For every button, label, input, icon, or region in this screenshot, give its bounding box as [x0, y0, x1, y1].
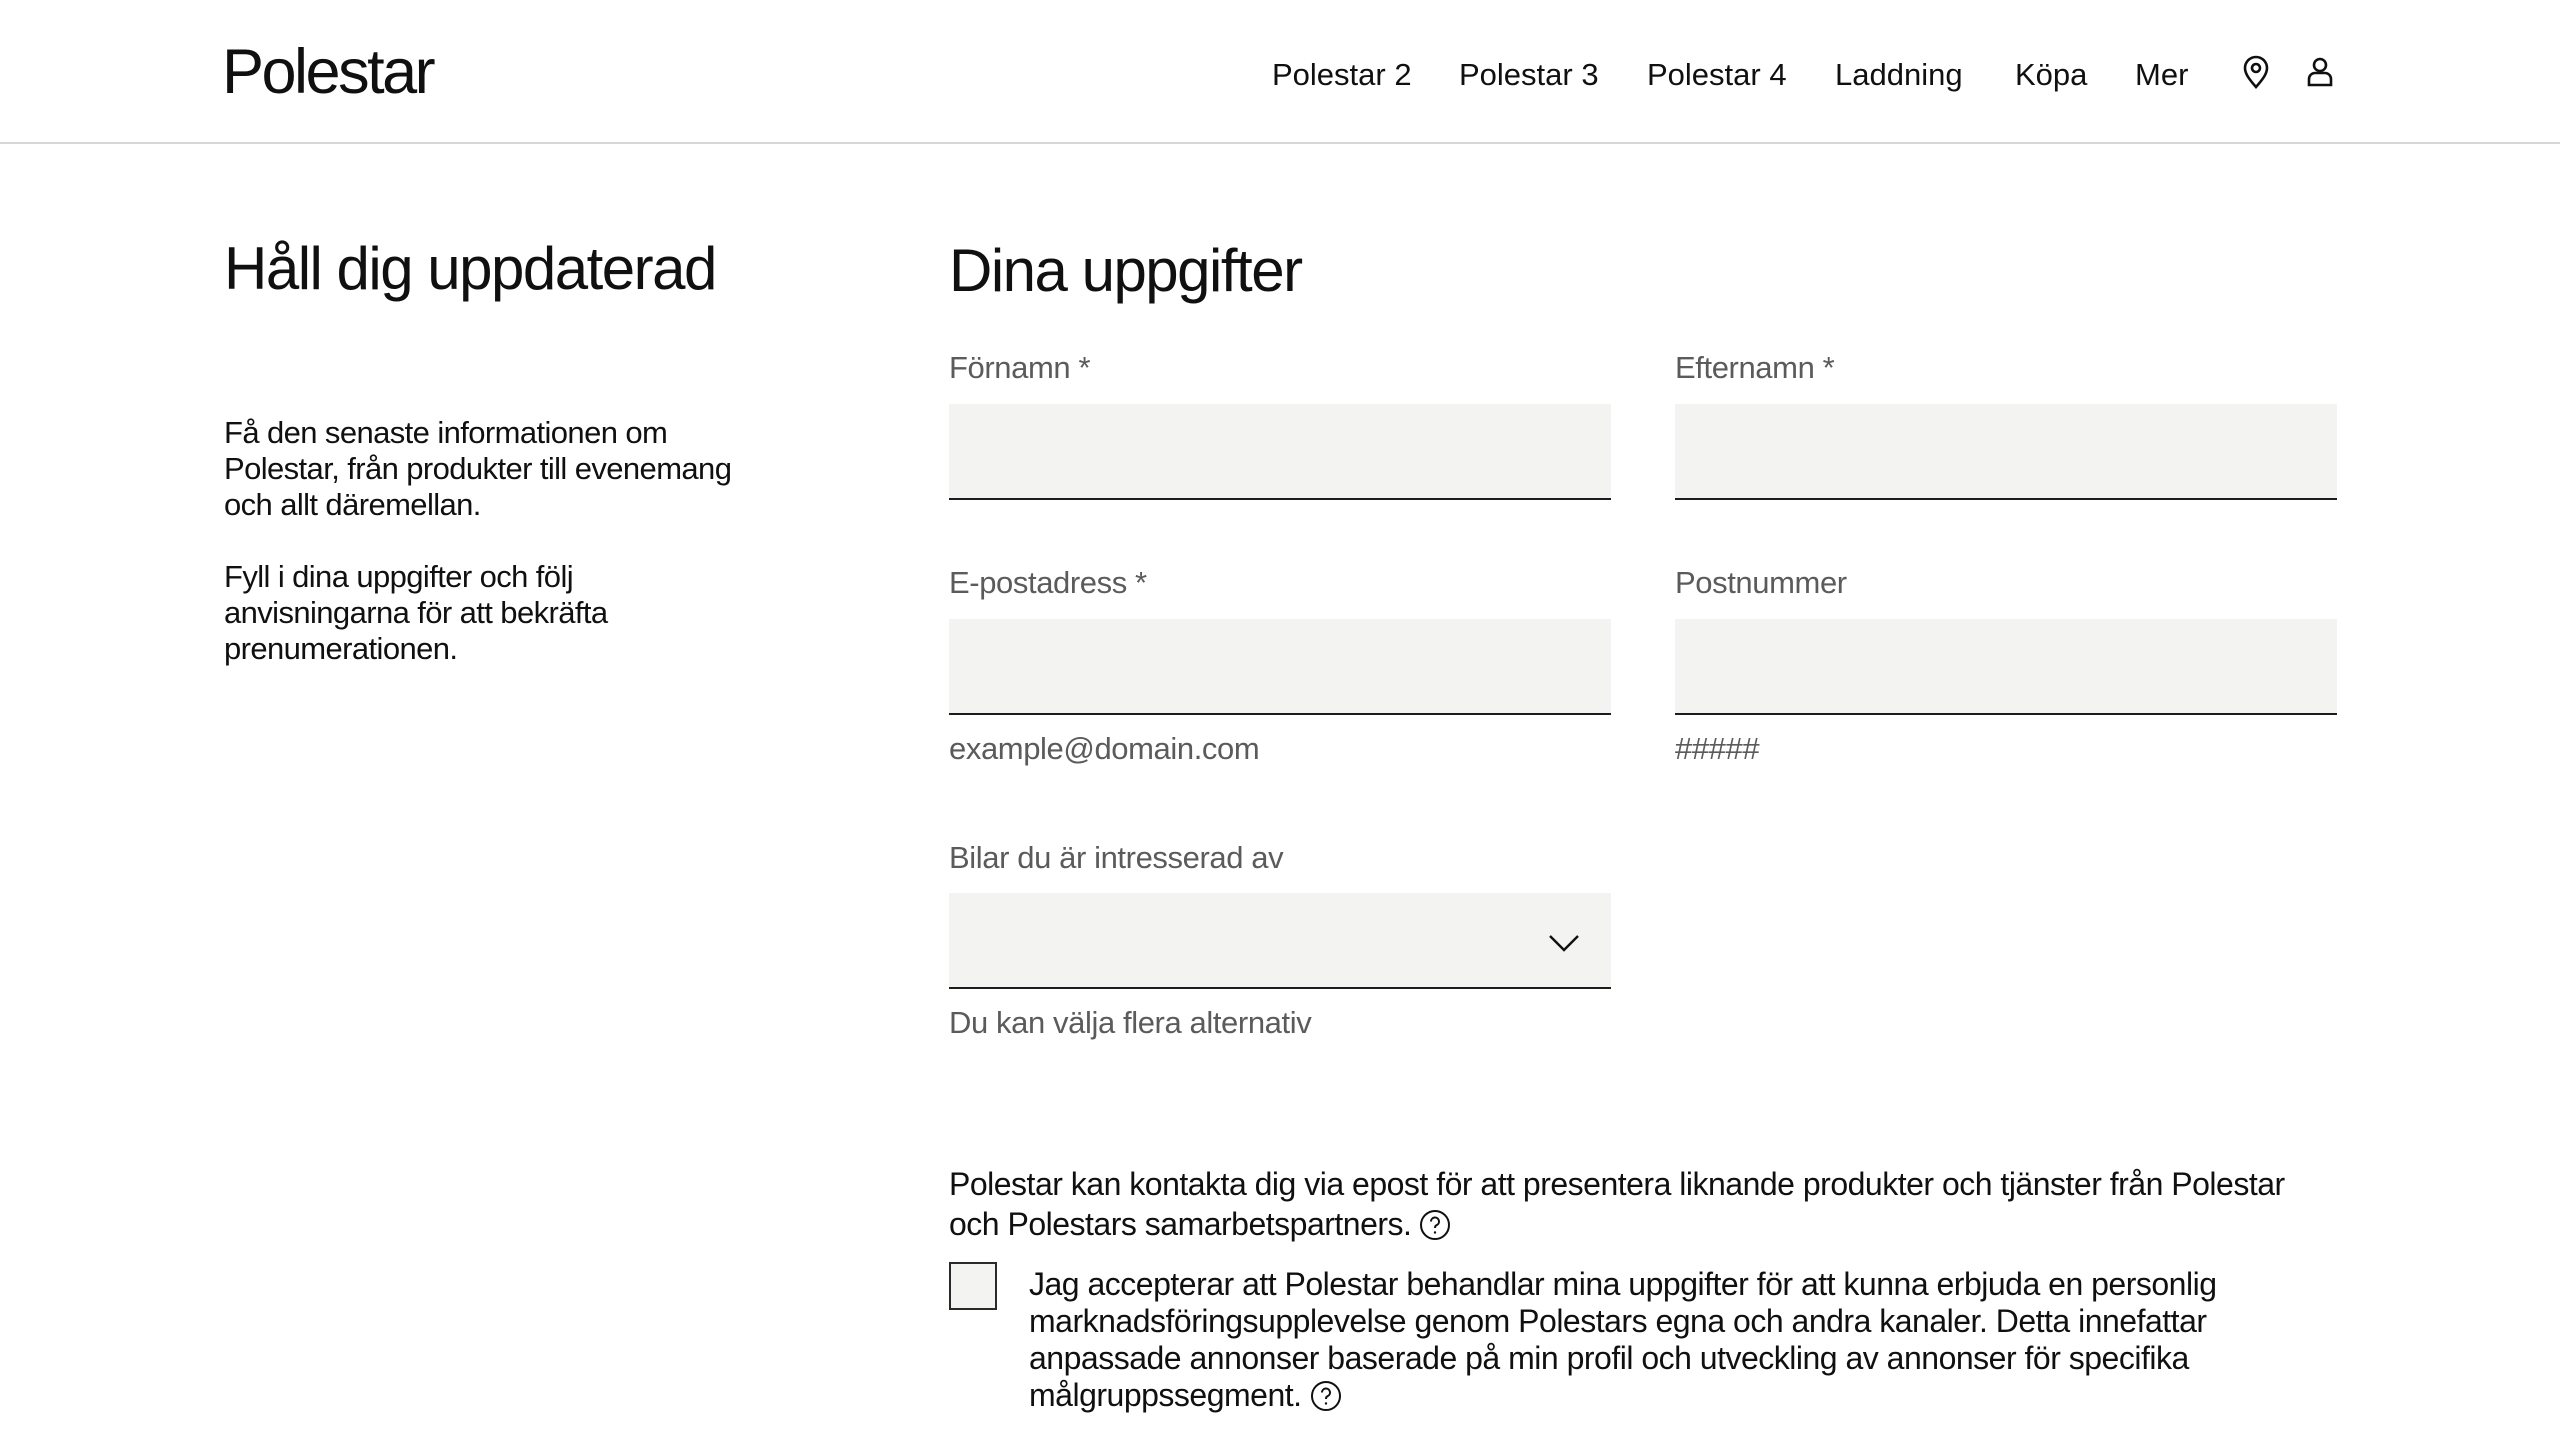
postal-code-label: Postnummer: [1675, 565, 1847, 600]
intro-paragraph-instructions: Fyll i dina uppgifter och följ anvisning…: [224, 559, 608, 666]
help-circle-icon[interactable]: [1310, 1380, 1342, 1412]
first-name-input[interactable]: [949, 404, 1611, 500]
location-pin-icon[interactable]: [2238, 54, 2274, 90]
chevron-down-icon: [1549, 935, 1579, 952]
intro-paragraph-latest-news: Få den senaste informationen om Polestar…: [224, 415, 732, 522]
marketing-consent-label-text: Jag accepterar att Polestar behandlar mi…: [1029, 1266, 2217, 1413]
cars-interest-label: Bilar du är intresserad av: [949, 840, 1284, 875]
email-input[interactable]: [949, 619, 1611, 715]
nav-item-kopa[interactable]: Köpa: [2015, 50, 2087, 100]
site-header: Polestar Polestar 2 Polestar 3 Polestar …: [0, 0, 2560, 144]
form-title: Dina uppgifter: [949, 237, 1303, 304]
cars-interest-select[interactable]: [949, 893, 1611, 989]
nav-item-polestar-2[interactable]: Polestar 2: [1272, 50, 1412, 100]
nav-item-polestar-4[interactable]: Polestar 4: [1647, 50, 1787, 100]
postal-code-hint: #####: [1675, 731, 1760, 766]
last-name-input[interactable]: [1675, 404, 2337, 500]
cars-interest-hint: Du kan välja flera alternativ: [949, 1005, 1312, 1040]
intro-title: Håll dig uppdaterad: [224, 235, 717, 302]
first-name-label: Förnamn *: [949, 350, 1091, 385]
user-account-icon[interactable]: [2302, 54, 2338, 90]
marketing-consent-checkbox[interactable]: [949, 1262, 997, 1310]
marketing-consent-label: Jag accepterar att Polestar behandlar mi…: [1029, 1266, 2289, 1414]
nav-item-laddning[interactable]: Laddning: [1835, 50, 1963, 100]
email-hint: example@domain.com: [949, 731, 1260, 766]
nav-item-mer[interactable]: Mer: [2135, 50, 2188, 100]
contact-consent-text-content: Polestar kan kontakta dig via epost för …: [949, 1166, 2285, 1242]
polestar-logo[interactable]: Polestar: [222, 32, 436, 112]
nav-item-polestar-3[interactable]: Polestar 3: [1459, 50, 1599, 100]
postal-code-input[interactable]: [1675, 619, 2337, 715]
last-name-label: Efternamn *: [1675, 350, 1835, 385]
help-circle-icon[interactable]: [1419, 1209, 1451, 1241]
email-label: E-postadress *: [949, 565, 1147, 600]
contact-consent-text: Polestar kan kontakta dig via epost för …: [949, 1164, 2329, 1244]
